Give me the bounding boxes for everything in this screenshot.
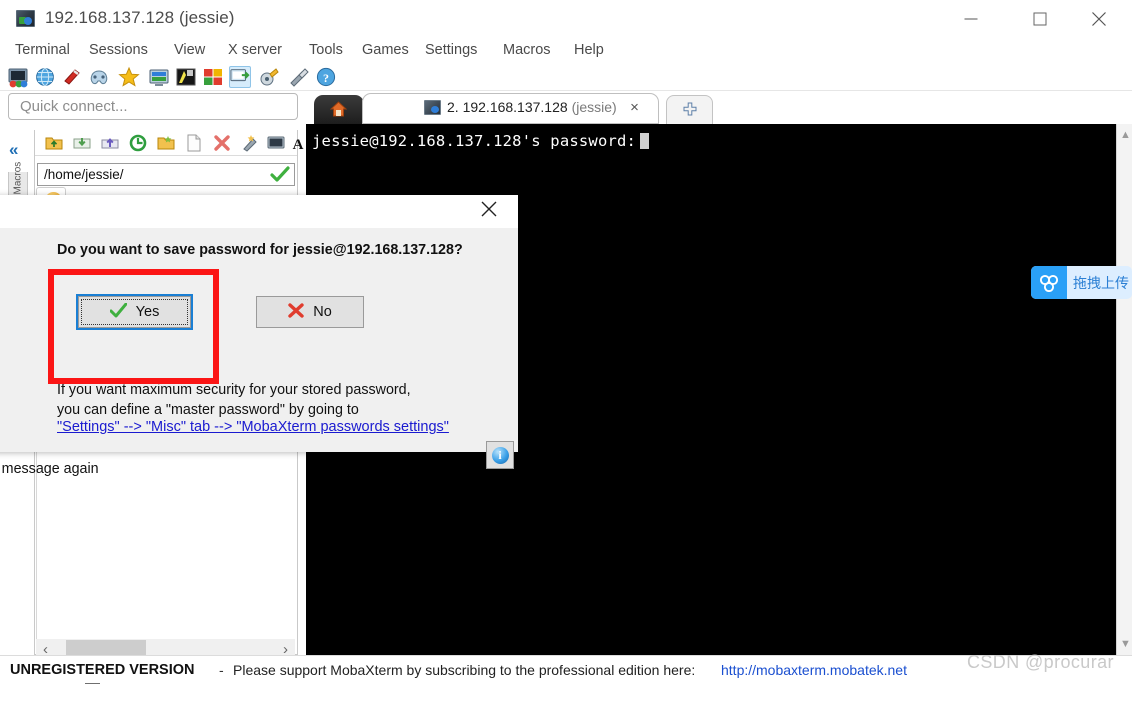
sidebar-collapse-button[interactable]: « <box>9 140 31 162</box>
netdisk-upload-widget[interactable]: 拖拽上传 <box>1031 266 1132 299</box>
terminal-cursor <box>640 133 650 149</box>
tab-close-icon[interactable]: × <box>626 100 643 117</box>
dialog-info-button[interactable]: i <box>486 441 514 469</box>
open-terminal-icon[interactable] <box>267 134 285 152</box>
close-button[interactable] <box>1076 0 1122 38</box>
gamepad-icon[interactable] <box>88 66 110 88</box>
menu-macros[interactable]: Macros <box>496 40 558 61</box>
menu-x-server[interactable]: X server <box>221 40 289 61</box>
menu-games[interactable]: Games <box>355 40 416 61</box>
statusbar: UNREGISTERED VERSION - Please support Mo… <box>0 655 1132 683</box>
globe-icon[interactable] <box>34 66 56 88</box>
info-icon: i <box>491 446 509 464</box>
home-icon <box>329 101 348 117</box>
window-title: 192.168.137.128 (jessie) <box>45 8 235 27</box>
no-button-label: No <box>313 304 332 320</box>
dialog-settings-link[interactable]: "Settings" --> "Misc" tab --> "MobaXterm… <box>57 419 449 435</box>
maximize-button[interactable] <box>1017 0 1063 38</box>
menu-view[interactable]: View <box>167 40 212 61</box>
sftp-path-input[interactable]: /home/jessie/ <box>37 163 295 186</box>
dont-show-again-label[interactable]: Do not show this message again <box>0 461 99 477</box>
session-icon[interactable] <box>7 66 29 88</box>
netdisk-label: 拖拽上传 <box>1073 274 1129 291</box>
menu-tools[interactable]: Tools <box>302 40 350 61</box>
terminal-line: jessie@192.168.137.128's password: <box>312 132 1116 150</box>
main-toolbar: ? X <box>0 63 1132 182</box>
green-check-icon <box>109 302 128 322</box>
green-check-icon <box>270 166 290 187</box>
menu-terminal[interactable]: Terminal <box>8 40 77 61</box>
star-favorites-icon[interactable] <box>118 66 140 88</box>
baidu-netdisk-icon <box>1031 266 1067 299</box>
parent-folder-icon[interactable] <box>45 134 63 152</box>
mobaxterm-window: 192.168.137.128 (jessie) Terminal Sessio… <box>0 0 1132 685</box>
sftp-toolbar: A <box>35 130 304 156</box>
new-folder-icon[interactable] <box>157 134 175 152</box>
tunneling-icon[interactable] <box>258 66 280 88</box>
download-icon[interactable] <box>73 134 91 152</box>
svg-text:?: ? <box>323 71 329 85</box>
tab-session-label: 2. 192.168.137.128 (jessie) <box>447 99 617 115</box>
terminal-icon <box>424 100 441 115</box>
svg-text:A: A <box>293 137 304 152</box>
delete-icon[interactable] <box>213 134 231 152</box>
menu-settings[interactable]: Settings <box>418 40 484 61</box>
sidebar-vertical-tab-label: Macros <box>12 161 24 195</box>
tools-knife-icon[interactable] <box>61 66 83 88</box>
help-icon[interactable]: ? <box>315 66 337 88</box>
scroll-up-icon[interactable]: ▲ <box>1120 129 1131 141</box>
new-tab-button[interactable] <box>666 95 713 124</box>
x-server-icon[interactable] <box>175 66 197 88</box>
save-password-dialog: Do you want to save password for jessie@… <box>0 195 518 477</box>
dialog-question: Do you want to save password for jessie@… <box>57 242 463 258</box>
sftp-path-value: /home/jessie/ <box>44 167 124 182</box>
tab-home[interactable] <box>314 95 364 124</box>
dialog-note: If you want maximum security for your st… <box>57 382 411 418</box>
yes-button[interactable]: Yes <box>76 294 193 330</box>
statusbar-message: Please support MobaXterm by subscribing … <box>233 662 696 678</box>
window-titlebar: 192.168.137.128 (jessie) <box>0 0 1132 38</box>
dialog-body: Do you want to save password for jessie@… <box>0 228 518 477</box>
statusbar-dash: - <box>219 662 224 678</box>
multiexec-icon[interactable] <box>202 66 224 88</box>
terminal-screen-icon[interactable] <box>148 66 170 88</box>
no-button[interactable]: No <box>256 296 364 328</box>
terminal-tabbar: 2. 192.168.137.128 (jessie) × <box>306 93 1132 124</box>
plus-icon <box>682 102 698 118</box>
permissions-icon[interactable] <box>241 134 259 152</box>
upload-icon[interactable] <box>101 134 119 152</box>
scroll-down-icon[interactable]: ▼ <box>1120 638 1131 650</box>
yes-button-label: Yes <box>135 304 160 320</box>
mobaxterm-icon <box>16 10 35 27</box>
split-view-icon[interactable] <box>229 66 251 88</box>
menu-help[interactable]: Help <box>567 40 611 61</box>
new-file-icon[interactable] <box>185 134 203 152</box>
terminal-scrollbar[interactable]: ▲ ▼ <box>1116 124 1132 655</box>
quick-connect-input[interactable]: Quick connect... <box>8 93 298 120</box>
minimize-button[interactable] <box>948 0 994 38</box>
refresh-icon[interactable] <box>129 134 147 152</box>
dialog-titlebar <box>0 195 518 228</box>
dialog-close-button[interactable] <box>480 200 510 224</box>
unregistered-label: UNREGISTERED VERSION <box>10 662 195 678</box>
tab-session-active[interactable]: 2. 192.168.137.128 (jessie) × <box>362 93 659 124</box>
menubar: Terminal Sessions View X server Tools Ga… <box>0 38 1132 63</box>
red-x-icon <box>288 302 304 322</box>
mobaxterm-link[interactable]: http://mobaxterm.mobatek.net <box>721 662 907 678</box>
menu-sessions[interactable]: Sessions <box>82 40 155 61</box>
settings-wrench-icon[interactable] <box>288 66 310 88</box>
watermark: CSDN @procurar <box>967 652 1114 672</box>
